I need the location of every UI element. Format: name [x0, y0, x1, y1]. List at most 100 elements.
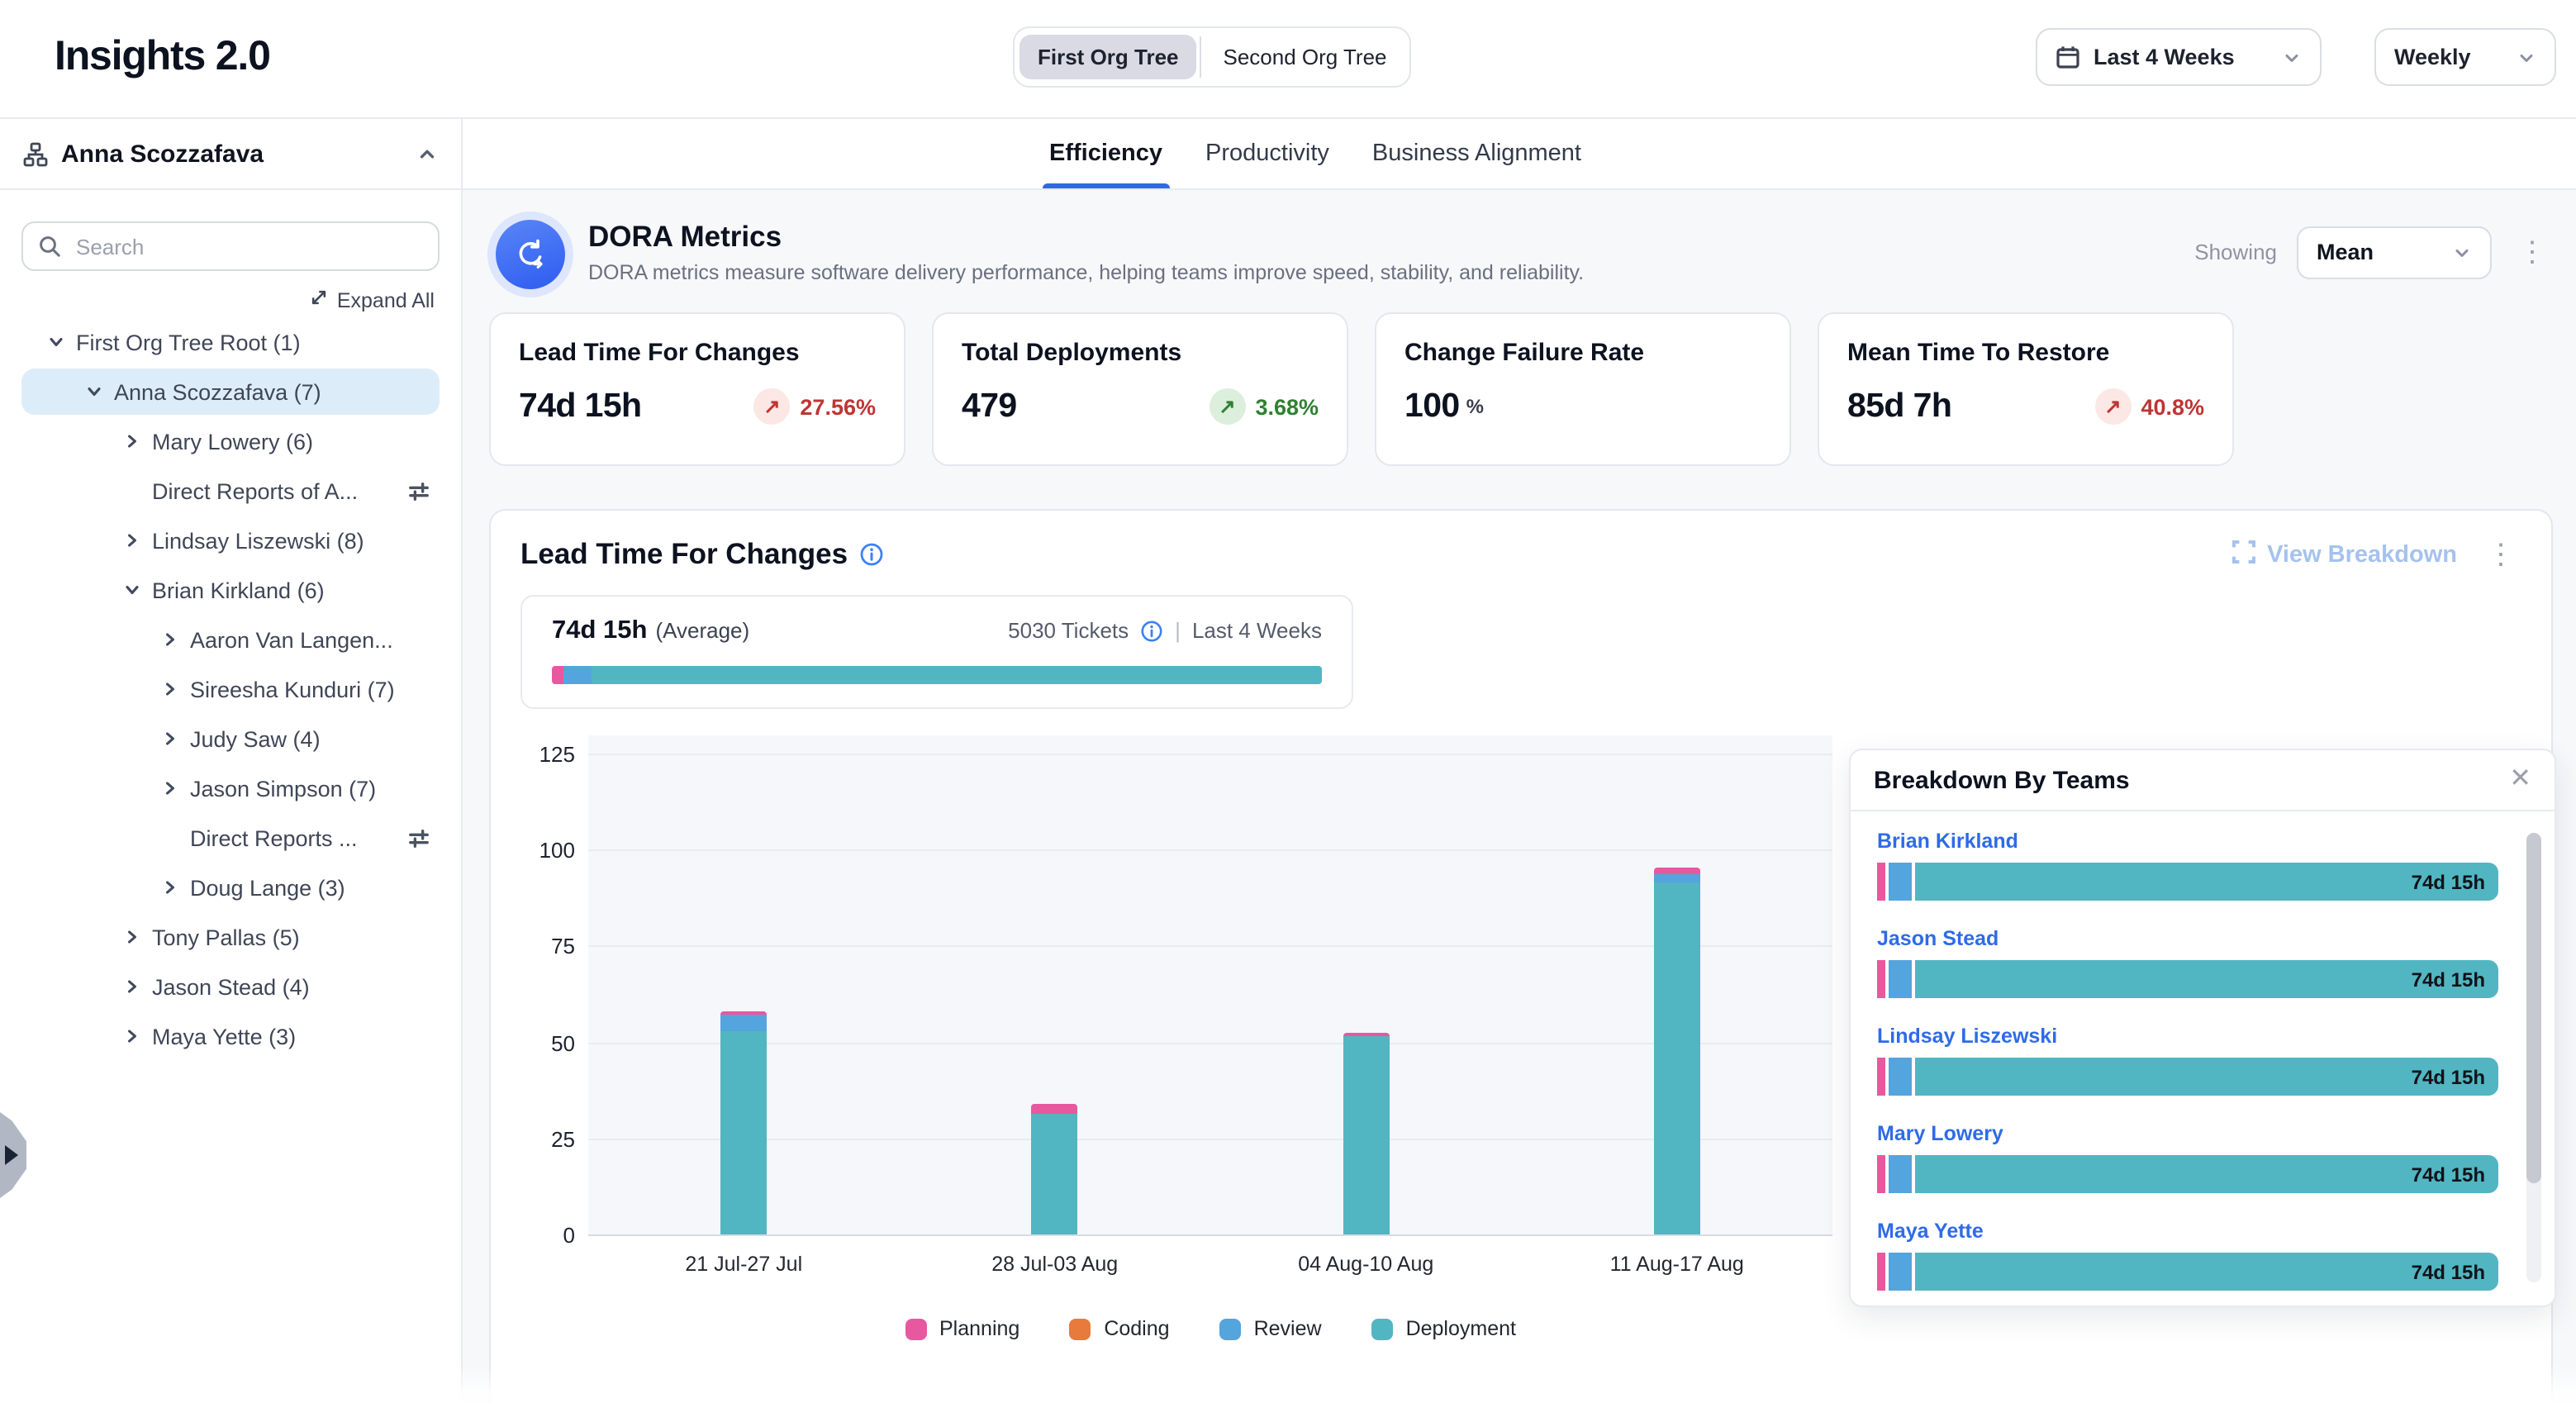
y-tick-label: 125 [539, 742, 575, 767]
tree-item-aaron-van-langen[interactable]: Aaron Van Langen... [21, 616, 440, 663]
trend-up-arrow-icon: ↗ [1209, 388, 1245, 425]
legend-item-deployment[interactable]: Deployment [1371, 1317, 1516, 1340]
breakdown-row-lindsay-liszewski: Lindsay Liszewski 74d 15h [1877, 1025, 2498, 1096]
tree-item-doug-lange[interactable]: Doug Lange (3) [21, 864, 440, 911]
calendar-icon [2056, 45, 2080, 69]
tree-item-tony-pallas[interactable]: Tony Pallas (5) [21, 914, 440, 960]
active-tab-underline [1043, 183, 1169, 188]
legend-item-coding[interactable]: Coding [1069, 1317, 1169, 1340]
chevron-down-icon[interactable] [46, 332, 66, 352]
info-icon[interactable] [1140, 619, 1163, 642]
gridline-0 [588, 1234, 1832, 1236]
tree-item-jason-simpson[interactable]: Jason Simpson (7) [21, 765, 440, 811]
tree-item-mary-lowery[interactable]: Mary Lowery (6) [21, 418, 440, 464]
kebab-menu-icon[interactable]: ⋮ [2512, 238, 2553, 266]
tickets-count: 5030 Tickets [1008, 618, 1129, 643]
tree-item-label: Mary Lowery (6) [152, 429, 313, 454]
aggregation-value: Mean [2317, 240, 2374, 264]
info-icon[interactable] [859, 542, 884, 567]
search-input[interactable] [73, 232, 423, 260]
tree-item-anna-scozzafava[interactable]: Anna Scozzafava (7) [21, 369, 440, 415]
tree-item-brian-kirkland[interactable]: Brian Kirkland (6) [21, 567, 440, 613]
efficiency-content: DORA Metrics DORA metrics measure softwa… [463, 190, 2576, 1403]
expand-all-button[interactable]: Expand All [26, 288, 435, 312]
chevron-right-icon[interactable] [122, 977, 142, 996]
close-icon[interactable]: ✕ [2509, 767, 2531, 793]
team-name-link[interactable]: Mary Lowery [1877, 1122, 2498, 1145]
tab-business-alignment[interactable]: Business Alignment [1372, 119, 1581, 188]
breakdown-by-teams-panel: Breakdown By Teams ✕ Brian Kirkland 74d … [1849, 749, 2556, 1307]
tree-item-label: Doug Lange (3) [190, 875, 345, 900]
breakdown-row-maya-yette: Maya Yette 74d 15h [1877, 1220, 2498, 1291]
team-name-link[interactable]: Lindsay Liszewski [1877, 1025, 2498, 1048]
stacked-bar-28-jul-03-aug[interactable] [1032, 1104, 1078, 1234]
chevron-up-icon[interactable] [416, 143, 438, 164]
average-suffix: (Average) [655, 618, 749, 643]
granularity-select[interactable]: Weekly [2374, 28, 2556, 86]
chevron-down-icon[interactable] [122, 580, 142, 600]
bar-segment-deployment [1654, 882, 1700, 1234]
filter-icon[interactable] [408, 827, 430, 849]
tree-item-direct-reports[interactable]: Direct Reports ... [21, 815, 440, 861]
chevron-right-icon[interactable] [122, 530, 142, 550]
summary-segment-planning [552, 666, 564, 684]
chevron-right-icon[interactable] [160, 778, 180, 798]
legend-item-planning[interactable]: Planning [905, 1317, 1019, 1340]
dora-description: DORA metrics measure software delivery p… [588, 261, 1584, 284]
toggle-second-org-tree[interactable]: Second Org Tree [1205, 35, 1405, 79]
bar-segment-planning [1877, 960, 1884, 998]
team-name-link[interactable]: Jason Stead [1877, 927, 2498, 950]
breakdown-row-mary-lowery: Mary Lowery 74d 15h [1877, 1122, 2498, 1193]
date-range-value: Last 4 Weeks [2094, 45, 2235, 69]
team-name-link[interactable]: Maya Yette [1877, 1220, 2498, 1243]
filter-icon[interactable] [408, 480, 430, 502]
showing-label: Showing [2194, 240, 2277, 264]
aggregation-select[interactable]: Mean [2297, 226, 2492, 278]
legend-swatch [905, 1318, 926, 1339]
dora-title: DORA Metrics [588, 220, 1584, 254]
y-tick-label: 50 [551, 1030, 575, 1055]
legend-swatch [1219, 1318, 1241, 1339]
team-name-link[interactable]: Brian Kirkland [1877, 830, 2498, 853]
gridline-125 [588, 754, 1832, 755]
legend-item-review[interactable]: Review [1219, 1317, 1322, 1340]
chevron-right-icon[interactable] [160, 679, 180, 699]
chevron-right-icon[interactable] [122, 431, 142, 451]
kebab-menu-icon[interactable]: ⋮ [2480, 540, 2521, 568]
bar-segment-review [1888, 1058, 1912, 1096]
search-icon [38, 235, 61, 258]
metric-title: Total Deployments [962, 339, 1319, 367]
tree-item-lindsay-liszewski[interactable]: Lindsay Liszewski (8) [21, 517, 440, 564]
tree-item-label: Jason Stead (4) [152, 974, 310, 999]
bar-segment-deployment [1343, 1036, 1389, 1234]
search-box [21, 221, 440, 271]
scrollbar-thumb[interactable] [2526, 833, 2541, 1183]
tree-item-sireesha-kunduri[interactable]: Sireesha Kunduri (7) [21, 666, 440, 712]
team-lead-time-value: 74d 15h [2412, 1253, 2485, 1291]
sidebar-header[interactable]: Anna Scozzafava [0, 119, 461, 190]
dora-metrics-header: DORA Metrics DORA metrics measure softwa… [489, 215, 2553, 289]
chevron-right-icon[interactable] [122, 1026, 142, 1046]
tab-efficiency[interactable]: Efficiency [1049, 119, 1162, 188]
org-sidebar: Anna Scozzafava Expand All First Org Tre… [0, 119, 463, 1403]
chevron-right-icon[interactable] [160, 729, 180, 749]
stacked-bar-04-aug-10-aug[interactable] [1343, 1033, 1389, 1234]
tree-item-first-org-tree-root[interactable]: First Org Tree Root (1) [21, 319, 440, 365]
tree-item-judy-saw[interactable]: Judy Saw (4) [21, 716, 440, 762]
metric-unit: % [1466, 395, 1484, 418]
chevron-right-icon[interactable] [160, 630, 180, 649]
stacked-bar-11-aug-17-aug[interactable] [1654, 867, 1700, 1234]
main-area: Efficiency Productivity Business Alignme… [463, 119, 2576, 1403]
stacked-bar-21-jul-27-jul[interactable] [720, 1011, 767, 1234]
tree-item-direct-reports-of-a[interactable]: Direct Reports of A... [21, 468, 440, 514]
tree-item-jason-stead[interactable]: Jason Stead (4) [21, 963, 440, 1010]
toggle-first-org-tree[interactable]: First Org Tree [1019, 35, 1197, 79]
date-range-select[interactable]: Last 4 Weeks [2036, 28, 2322, 86]
view-breakdown-button[interactable]: View Breakdown [2232, 540, 2457, 569]
tab-productivity[interactable]: Productivity [1205, 119, 1329, 188]
chevron-right-icon[interactable] [160, 877, 180, 897]
bar-segment-deployment [1032, 1113, 1078, 1234]
chevron-down-icon[interactable] [84, 382, 104, 402]
tree-item-maya-yette[interactable]: Maya Yette (3) [21, 1013, 440, 1059]
chevron-right-icon[interactable] [122, 927, 142, 947]
